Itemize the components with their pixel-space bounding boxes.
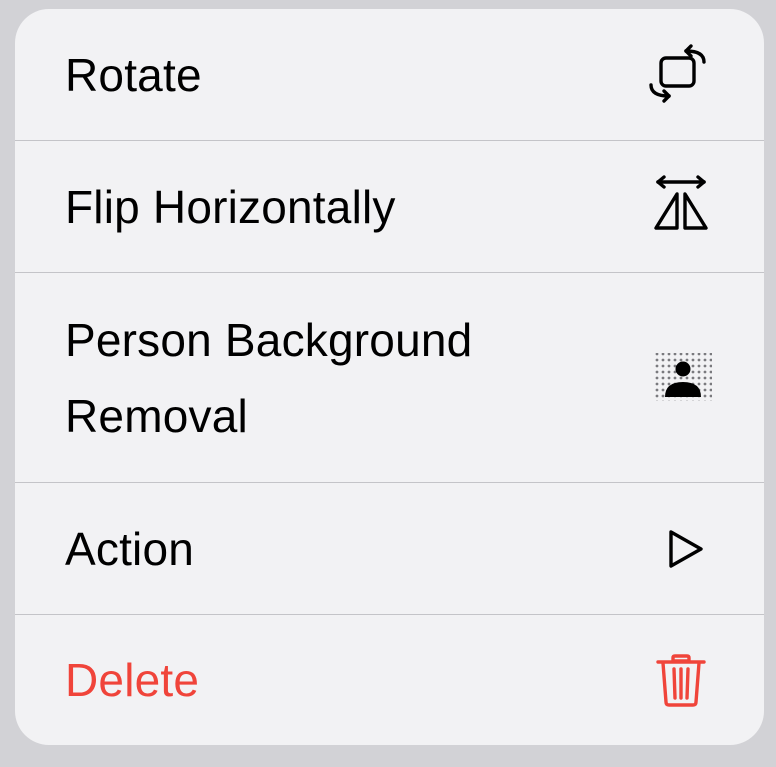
menu-item-delete[interactable]: Delete: [15, 615, 764, 745]
menu-item-label: Rotate: [65, 48, 202, 101]
flip-horizontal-icon: [643, 169, 719, 245]
context-menu: Rotate Flip Horizontally Person Backgrou…: [15, 9, 764, 745]
menu-item-label: Delete: [65, 654, 200, 706]
menu-item-rotate[interactable]: Rotate: [15, 9, 764, 140]
menu-item-label: Action: [65, 522, 195, 575]
menu-item-person-background-removal[interactable]: Person Background Removal: [15, 273, 764, 482]
play-icon: [643, 511, 719, 587]
rotate-icon: [643, 37, 719, 113]
menu-item-label: Person Background Removal: [65, 313, 473, 442]
menu-item-label: Flip Horizontally: [65, 180, 396, 233]
menu-item-flip-horizontally[interactable]: Flip Horizontally: [15, 141, 764, 272]
person-background-removal-icon: [643, 340, 719, 416]
menu-item-action[interactable]: Action: [15, 483, 764, 614]
trash-icon: [643, 642, 719, 718]
